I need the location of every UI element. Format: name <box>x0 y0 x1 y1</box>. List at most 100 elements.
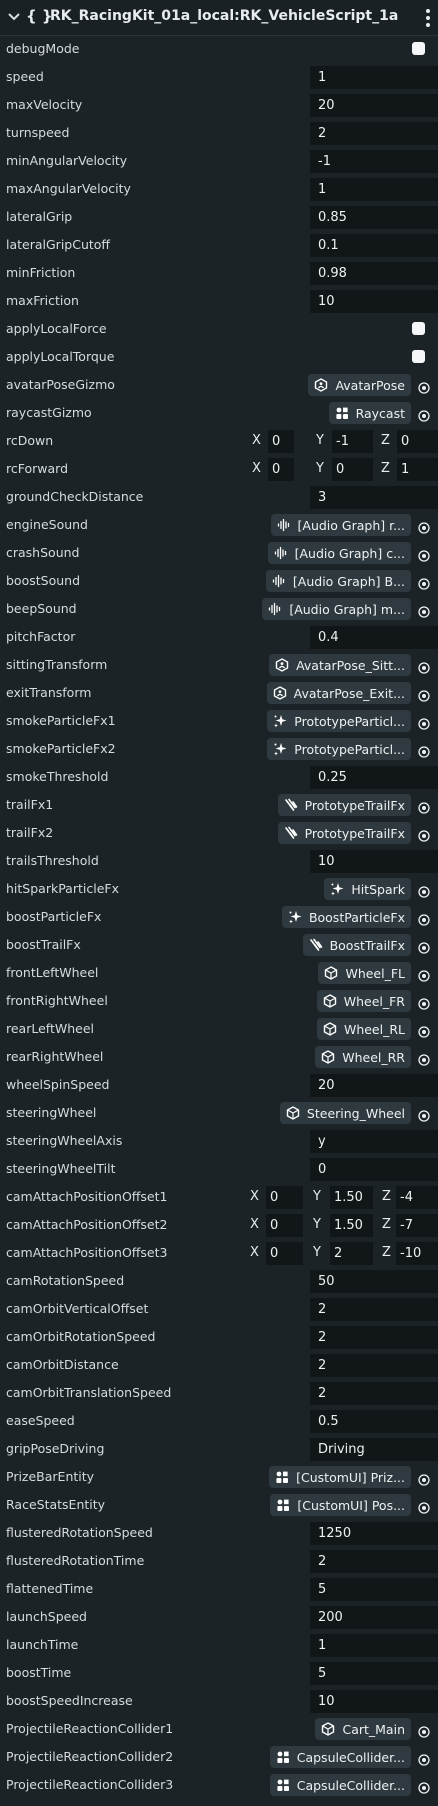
target-picker-icon[interactable] <box>418 1023 430 1038</box>
entity-reference-chip[interactable]: Wheel_FL <box>318 962 411 984</box>
entity-reference-chip[interactable]: Wheel_RL <box>316 1018 411 1040</box>
entity-reference-chip[interactable]: [Audio Graph] r... <box>270 514 411 536</box>
y-value-field[interactable]: -1 <box>332 430 373 453</box>
checkbox-toggle[interactable] <box>412 322 425 335</box>
target-picker-icon[interactable] <box>418 939 430 954</box>
value-field[interactable]: 0.85 <box>310 206 438 229</box>
entity-reference-chip[interactable]: Steering_Wheel <box>279 1102 411 1124</box>
entity-reference-chip[interactable]: PrototypeParticl... <box>267 738 411 760</box>
value-field[interactable]: 0.98 <box>310 262 438 285</box>
value-field[interactable]: 0 <box>310 1158 438 1181</box>
entity-reference-chip[interactable]: BoostTrailFx <box>302 934 411 956</box>
target-picker-icon[interactable] <box>418 1471 430 1486</box>
y-value-field[interactable]: 0 <box>332 458 373 481</box>
target-picker-icon[interactable] <box>418 1051 430 1066</box>
target-picker-icon[interactable] <box>418 715 430 730</box>
target-picker-icon[interactable] <box>418 995 430 1010</box>
value-field[interactable]: 5 <box>310 1662 438 1685</box>
entity-reference-chip[interactable]: AvatarPose_Sitt... <box>269 654 411 676</box>
entity-reference-chip[interactable]: HitSpark <box>324 878 411 900</box>
entity-reference-chip[interactable]: PrototypeTrailFx <box>277 794 411 816</box>
entity-reference-chip[interactable]: Cart_Main <box>315 1718 411 1740</box>
chevron-down-icon[interactable] <box>8 11 20 23</box>
y-value-field[interactable]: 1.50 <box>330 1214 373 1237</box>
value-field[interactable]: 0.5 <box>310 1410 438 1433</box>
value-field[interactable]: 10 <box>310 850 438 873</box>
entity-reference-chip[interactable]: [CustomUI] Priz... <box>269 1466 411 1488</box>
z-value-field[interactable]: -7 <box>396 1214 438 1237</box>
target-picker-icon[interactable] <box>418 827 430 842</box>
target-picker-icon[interactable] <box>418 1779 430 1794</box>
entity-reference-chip[interactable]: Raycast <box>328 402 411 424</box>
value-field[interactable]: 2 <box>310 1550 438 1573</box>
entity-reference-chip[interactable]: PrototypeParticl... <box>267 710 411 732</box>
value-field[interactable]: 0.1 <box>310 234 438 257</box>
value-field[interactable]: 1250 <box>310 1522 438 1545</box>
target-picker-icon[interactable] <box>418 911 430 926</box>
y-value-field[interactable]: 1.50 <box>330 1186 373 1209</box>
value-field[interactable]: 2 <box>310 1354 438 1377</box>
value-field[interactable]: 2 <box>310 1382 438 1405</box>
value-field[interactable]: 0.25 <box>310 766 438 789</box>
entity-reference-chip[interactable]: [CustomUI] Pos... <box>270 1494 411 1516</box>
entity-reference-chip[interactable]: CapsuleCollider... <box>269 1746 411 1768</box>
target-picker-icon[interactable] <box>418 379 430 394</box>
entity-reference-chip[interactable]: CapsuleCollider... <box>269 1774 411 1796</box>
entity-reference-chip[interactable]: BoostParticleFx <box>281 906 411 928</box>
target-picker-icon[interactable] <box>418 659 430 674</box>
z-value-field[interactable]: 1 <box>397 458 438 481</box>
x-value-field[interactable]: 0 <box>268 430 294 453</box>
target-picker-icon[interactable] <box>418 799 430 814</box>
z-value-field[interactable]: 0 <box>397 430 438 453</box>
value-field[interactable]: 10 <box>310 1690 438 1713</box>
value-field[interactable]: 20 <box>310 94 438 117</box>
value-field[interactable]: 1 <box>310 66 438 89</box>
target-picker-icon[interactable] <box>418 519 430 534</box>
value-field[interactable]: 3 <box>310 486 438 509</box>
x-value-field[interactable]: 0 <box>266 1242 303 1265</box>
value-field[interactable]: 2 <box>310 122 438 145</box>
value-field[interactable]: 1 <box>310 1634 438 1657</box>
target-picker-icon[interactable] <box>418 883 430 898</box>
value-field[interactable]: -1 <box>310 150 438 173</box>
entity-reference-chip[interactable]: Wheel_FR <box>316 990 411 1012</box>
value-field[interactable]: 50 <box>310 1270 438 1293</box>
value-field[interactable]: 2 <box>310 1298 438 1321</box>
entity-reference-chip[interactable]: Wheel_RR <box>315 1046 411 1068</box>
target-picker-icon[interactable] <box>418 1751 430 1766</box>
target-picker-icon[interactable] <box>418 687 430 702</box>
entity-reference-chip[interactable]: [Audio Graph] m... <box>262 598 411 620</box>
target-picker-icon[interactable] <box>418 407 430 422</box>
value-field[interactable]: 0.4 <box>310 626 438 649</box>
target-picker-icon[interactable] <box>418 1723 430 1738</box>
more-options-icon[interactable] <box>425 9 431 29</box>
entity-reference-chip[interactable]: AvatarPose_Exit... <box>266 682 411 704</box>
x-value-field[interactable]: 0 <box>266 1214 303 1237</box>
x-value-field[interactable]: 0 <box>266 1186 303 1209</box>
z-value-field[interactable]: -4 <box>396 1186 438 1209</box>
target-picker-icon[interactable] <box>418 743 430 758</box>
entity-reference-chip[interactable]: [Audio Graph] B... <box>265 570 411 592</box>
entity-reference-chip[interactable]: [Audio Graph] c... <box>267 542 411 564</box>
target-picker-icon[interactable] <box>418 967 430 982</box>
value-field[interactable]: 10 <box>310 290 438 313</box>
entity-reference-chip[interactable]: AvatarPose <box>308 374 411 396</box>
checkbox-toggle[interactable] <box>412 42 425 55</box>
value-field[interactable]: 1 <box>310 178 438 201</box>
value-field[interactable]: 2 <box>310 1326 438 1349</box>
target-picker-icon[interactable] <box>418 575 430 590</box>
target-picker-icon[interactable] <box>418 1499 430 1514</box>
value-field[interactable]: 20 <box>310 1074 438 1097</box>
y-value-field[interactable]: 2 <box>330 1242 373 1265</box>
value-field[interactable]: Driving <box>310 1438 438 1461</box>
value-field[interactable]: 5 <box>310 1578 438 1601</box>
target-picker-icon[interactable] <box>418 603 430 618</box>
value-field[interactable]: 200 <box>310 1606 438 1629</box>
z-value-field[interactable]: -10 <box>396 1242 438 1265</box>
target-picker-icon[interactable] <box>418 1107 430 1122</box>
target-picker-icon[interactable] <box>418 547 430 562</box>
x-value-field[interactable]: 0 <box>268 458 294 481</box>
entity-reference-chip[interactable]: PrototypeTrailFx <box>277 822 411 844</box>
checkbox-toggle[interactable] <box>412 350 425 363</box>
value-field[interactable]: y <box>310 1130 438 1153</box>
